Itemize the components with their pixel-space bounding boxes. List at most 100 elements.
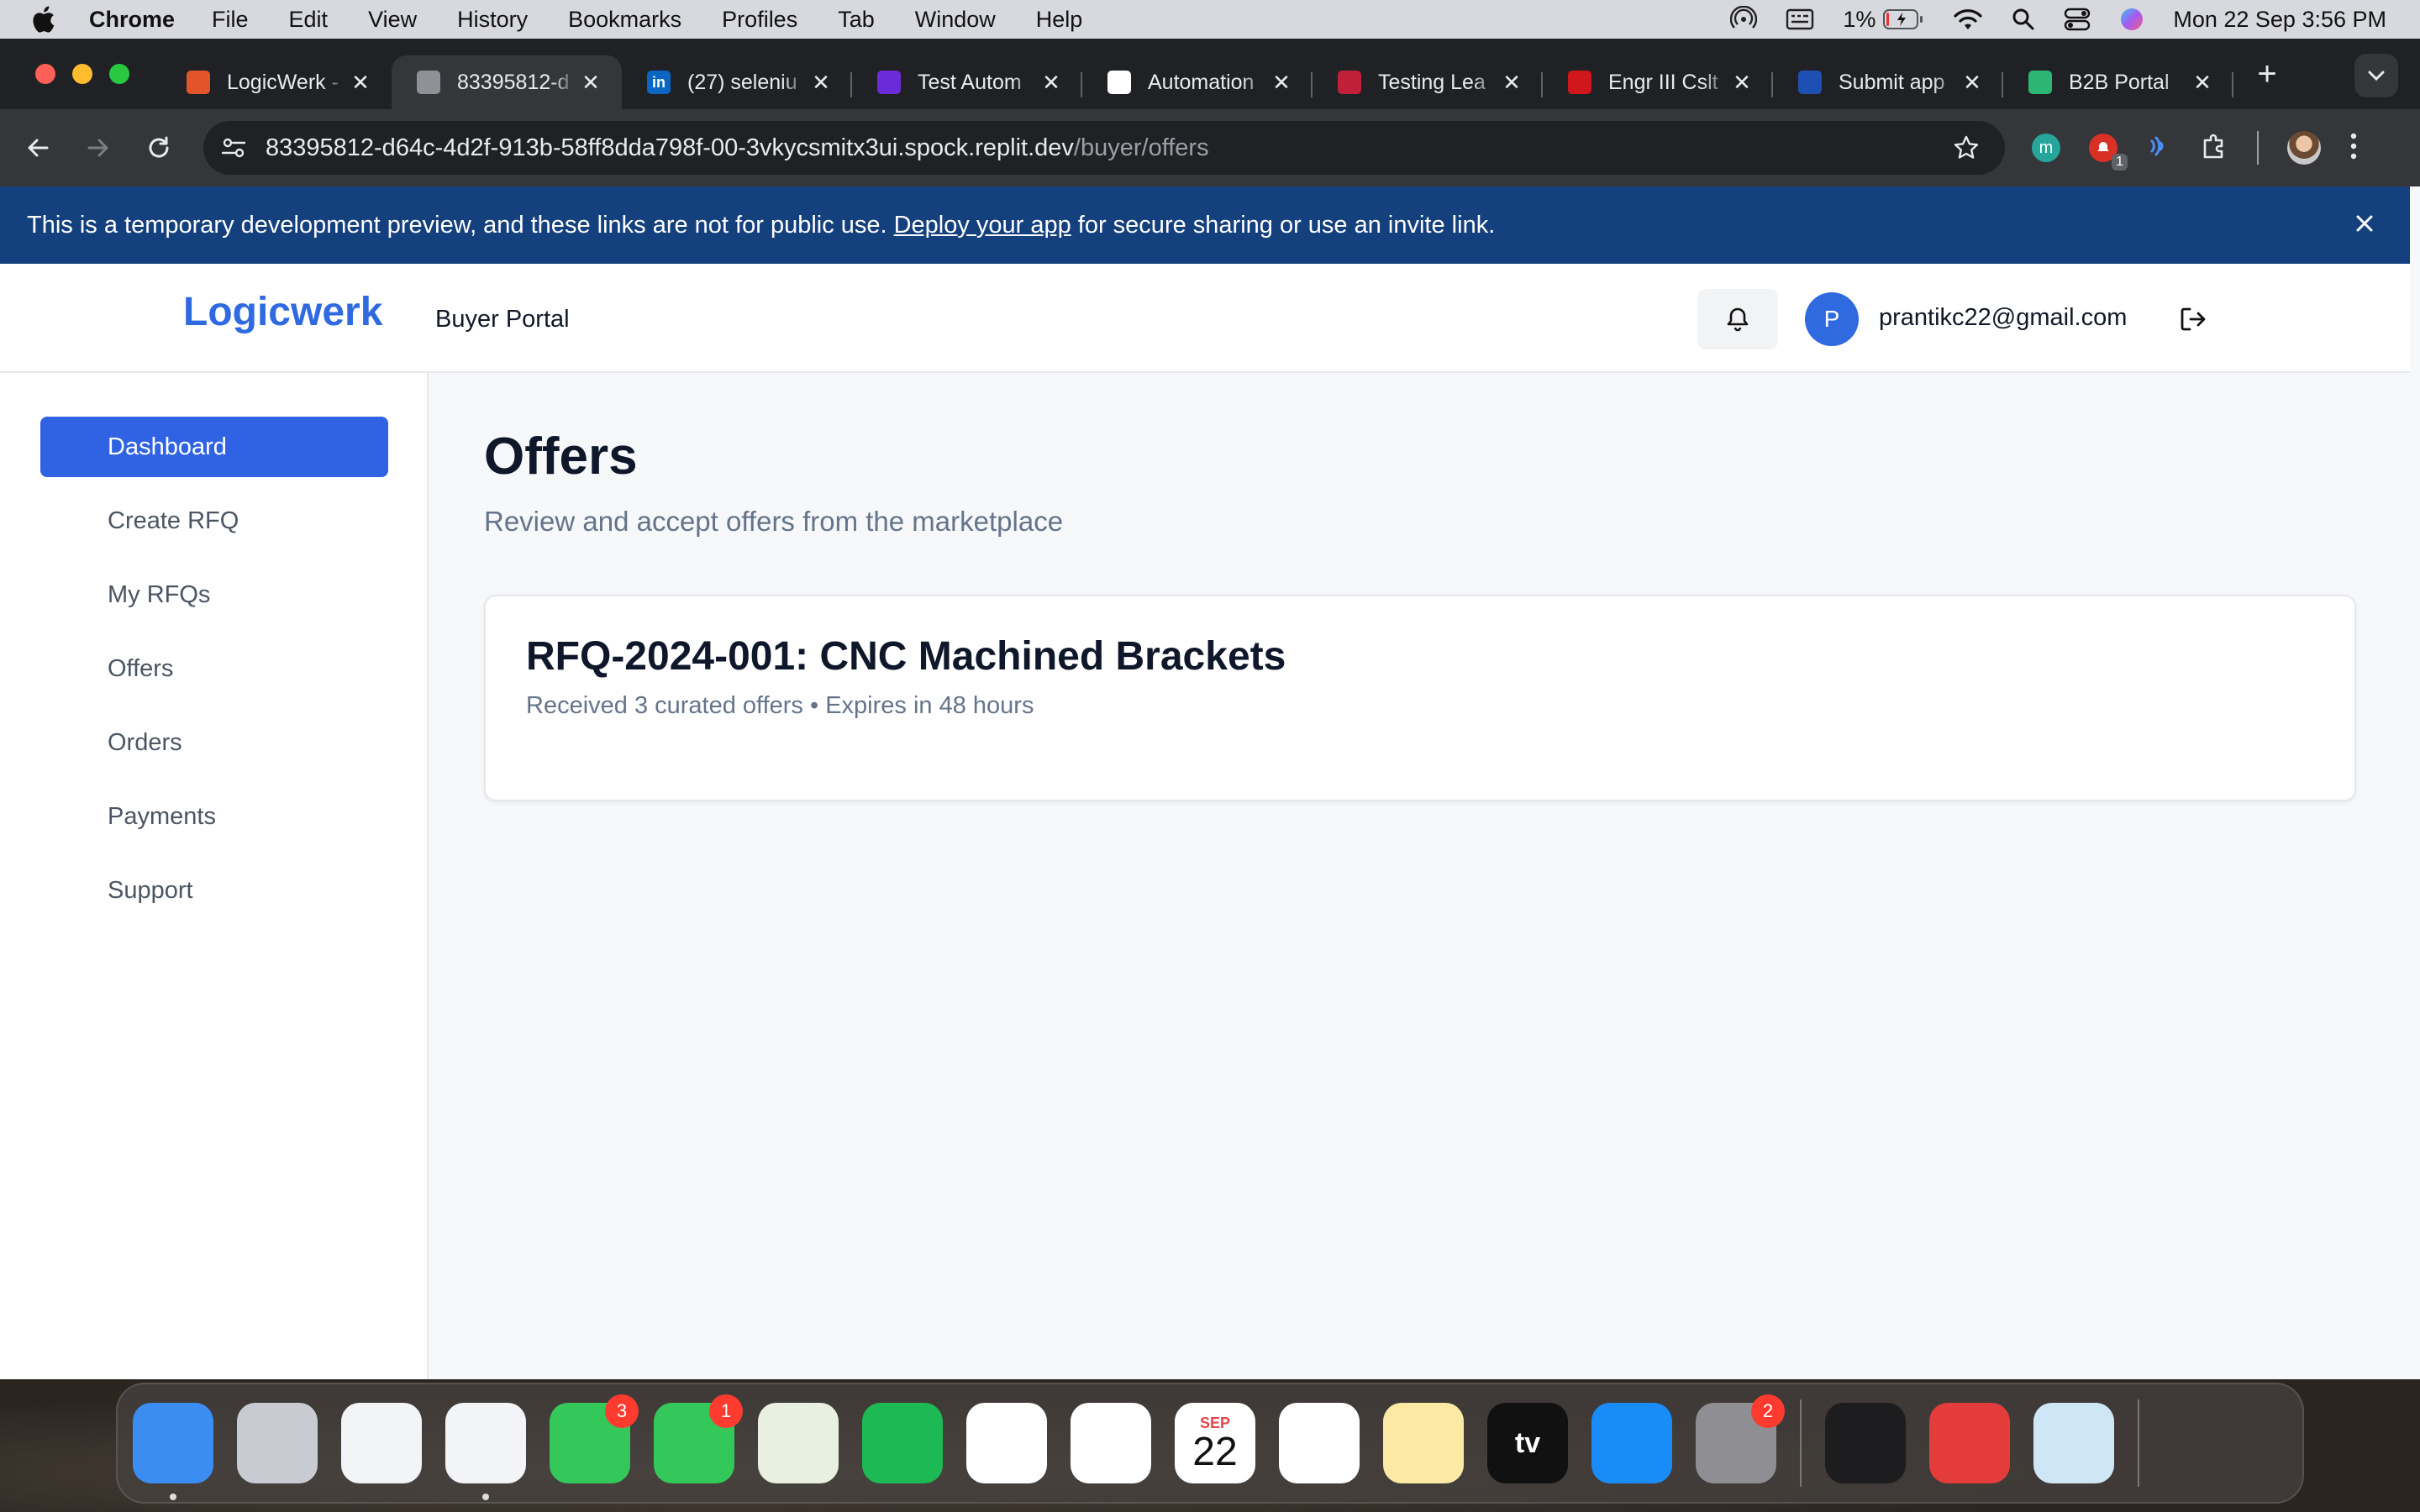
tab-close-icon[interactable]: ✕ [578,70,603,96]
facetime-icon[interactable]: 3 [550,1394,639,1483]
dock-badge: 2 [1751,1394,1785,1428]
tab-close-icon[interactable]: ✕ [2190,70,2215,96]
sidebar-item-dashboard[interactable]: Dashboard [40,417,388,477]
browser-tab[interactable]: Engr III Cslt ✕ [1543,55,1773,109]
menu-profiles[interactable]: Profiles [722,7,797,33]
safari-icon[interactable] [341,1403,422,1483]
control-center-icon[interactable] [2064,8,2091,31]
spotlight-search-icon[interactable] [2012,8,2035,31]
user-email[interactable]: prantikc22@gmail.com [1879,304,2127,332]
siri-icon[interactable] [2119,7,2144,32]
new-tab-button[interactable]: + [2250,55,2284,93]
app-header: Logicwerk Buyer Portal P prantikc22@gmai… [0,264,2410,373]
photos-icon[interactable] [966,1403,1047,1483]
chrome-menu-icon[interactable] [2349,132,2358,165]
apple-tv-icon[interactable]: tv [1487,1403,1568,1483]
sidebar-item-orders[interactable]: Orders [40,712,388,773]
reminders-icon[interactable] [1279,1403,1360,1483]
sidebar-item-payments[interactable]: Payments [40,786,388,847]
address-bar[interactable]: 83395812-d64c-4d2f-913b-58ff8dda798f-00-… [203,121,2005,175]
calendar-icon[interactable]: SEP 22 [1175,1403,1255,1483]
menu-view[interactable]: View [368,7,417,33]
tab-close-icon[interactable]: ✕ [1499,70,1524,96]
sidebar-item-offers[interactable]: Offers [40,638,388,699]
dock-badge: 1 [709,1394,743,1428]
browser-tab[interactable]: B2B Portal ✕ [2003,55,2233,109]
menu-edit[interactable]: Edit [289,7,329,33]
menu-bookmarks[interactable]: Bookmarks [568,7,681,33]
tab-close-icon[interactable]: ✕ [1039,70,1064,96]
terminal-icon[interactable] [1825,1403,1906,1483]
browser-tab[interactable]: Testing Lea ✕ [1313,55,1543,109]
reload-button[interactable] [138,127,180,169]
tab-close-icon[interactable]: ✕ [1729,70,1754,96]
audio-extension-icon[interactable] [2146,134,2171,163]
chevron-down-icon [2368,71,2385,81]
spotify-icon[interactable] [862,1403,943,1483]
m-extension-icon[interactable]: m [2032,134,2060,162]
menu-file[interactable]: File [212,7,249,33]
extensions-area: m 1 [2032,109,2358,186]
menu-history[interactable]: History [457,7,528,33]
sidebar-item-create-rfq[interactable]: Create RFQ [40,491,388,551]
notifications-button[interactable] [1697,289,1778,349]
tab-title: (27) seleniu [687,70,797,94]
logout-button[interactable] [2175,301,2212,338]
tab-close-icon[interactable]: ✕ [348,70,373,96]
wifi-icon[interactable] [1953,8,1983,31]
menu-help[interactable]: Help [1036,7,1083,33]
maps-icon[interactable] [758,1403,839,1483]
tab-close-icon[interactable]: ✕ [1269,70,1294,96]
verizon-icon [1568,71,1591,94]
menu-app-name[interactable]: Chrome [89,7,175,33]
user-avatar[interactable]: P [1805,292,1859,346]
menu-tab[interactable]: Tab [838,7,875,33]
notification-extension-icon[interactable]: 1 [2089,134,2128,171]
extensions-puzzle-icon[interactable] [2200,132,2228,165]
browser-tab[interactable]: Submit app ✕ [1773,55,2003,109]
browser-tab[interactable]: 83395812-d ✕ [392,55,622,109]
sidebar-item-my-rfqs[interactable]: My RFQs [40,564,388,625]
browser-tab[interactable]: Test Autom ✕ [852,55,1082,109]
tab-close-icon[interactable]: ✕ [808,70,834,96]
sidebar-item-support[interactable]: Support [40,860,388,921]
messages-icon[interactable]: 1 [654,1394,743,1483]
browser-tab[interactable]: LogicWerk - ✕ [161,55,392,109]
profile-avatar-icon[interactable] [2287,131,2321,165]
system-settings-icon[interactable]: 2 [1696,1394,1785,1483]
airdrop-icon[interactable] [1730,6,1758,33]
logicwerk-logo[interactable]: Logicwerk [183,289,382,335]
close-window-button[interactable] [35,64,55,84]
tab-close-icon[interactable]: ✕ [1960,70,1985,96]
trash-icon[interactable] [2163,1403,2244,1483]
finder-icon[interactable] [133,1403,213,1500]
browser-tab[interactable]: Automation ✕ [1082,55,1313,109]
app-store-icon[interactable] [1591,1403,1672,1483]
apple-menu-icon[interactable] [30,5,67,34]
menu-window[interactable]: Window [915,7,996,33]
automation-icon [1107,71,1131,94]
minimize-window-button[interactable] [72,64,92,84]
menu-bar-clock[interactable]: Mon 22 Sep 3:56 PM [2173,7,2386,33]
tab-search-button[interactable] [2354,54,2398,97]
keyboard-input-icon[interactable] [1786,8,1814,30]
forward-button[interactable] [77,127,119,169]
wps-office-icon[interactable] [1929,1403,2010,1483]
tab-title: Testing Lea [1378,70,1486,94]
vscode-icon[interactable] [1071,1403,1151,1483]
bookmark-star-icon[interactable] [1953,134,1980,168]
rfq-offer-card[interactable]: RFQ-2024-001: CNC Machined Brackets Rece… [484,595,2356,801]
preview-icon[interactable] [2033,1403,2114,1483]
launchpad-icon[interactable] [237,1403,318,1483]
notes-icon[interactable] [1383,1403,1464,1483]
battery-icon[interactable] [1882,8,1924,30]
chrome-window: LogicWerk - ✕ 83395812-d ✕ in (27) seleniu ✕ Te… [0,39,2420,1379]
tab-title: Engr III Cslt [1608,70,1718,94]
zoom-window-button[interactable] [109,64,129,84]
site-info-icon[interactable] [218,136,249,160]
deploy-app-link[interactable]: Deploy your app [894,212,1071,239]
back-button[interactable] [17,127,59,169]
browser-tab[interactable]: in (27) seleniu ✕ [622,55,852,109]
chrome-icon[interactable] [445,1403,526,1500]
banner-close-icon[interactable] [2353,212,2376,242]
